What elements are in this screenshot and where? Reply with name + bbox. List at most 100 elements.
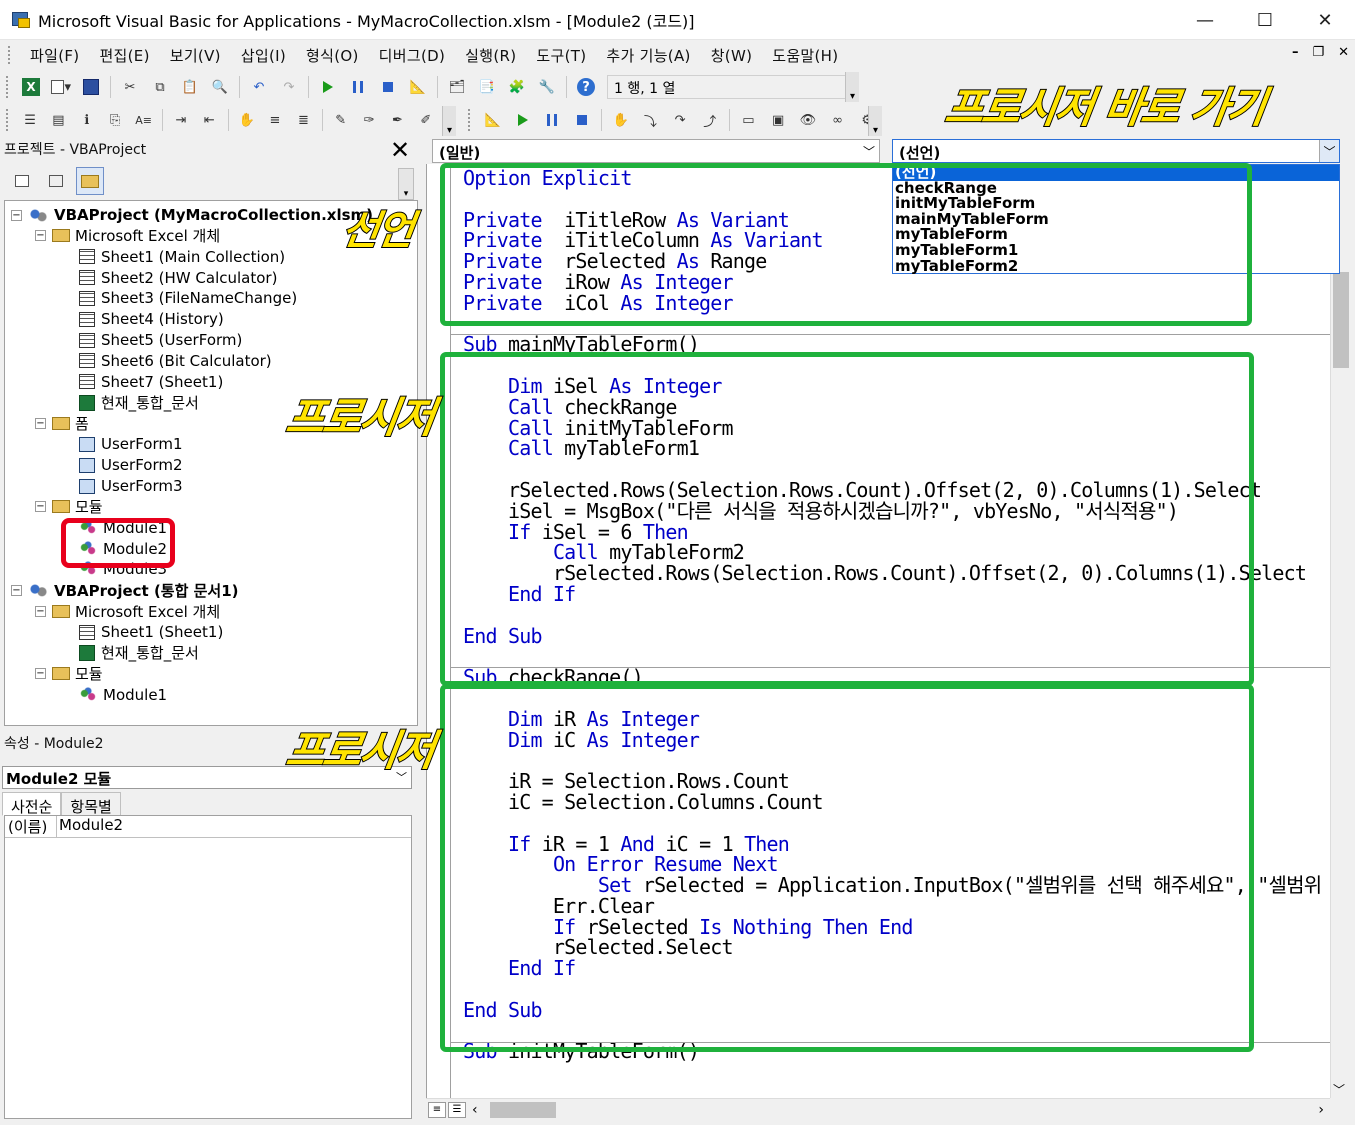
break-icon[interactable]: [348, 77, 368, 97]
tree-item-folder[interactable]: − Microsoft Excel 개체: [35, 226, 220, 246]
procedure-view-button[interactable]: ≡: [428, 1101, 446, 1118]
debug-design-mode-icon[interactable]: 📐: [483, 110, 503, 130]
tree-item-project[interactable]: − VBAProject (MyMacroCollection.xlsm): [11, 205, 373, 225]
collapse-toggle-icon[interactable]: −: [35, 418, 46, 429]
edit-toolbar-grip[interactable]: [6, 109, 10, 131]
minimize-button[interactable]: —: [1175, 0, 1235, 40]
insert-userform-icon[interactable]: ▾: [51, 77, 71, 97]
procedure-combo[interactable]: (선언) ﹀: [892, 139, 1340, 163]
toggle-bookmark-icon[interactable]: ✎: [332, 110, 350, 130]
menu-insert[interactable]: 삽입(I): [231, 45, 296, 66]
tree-item-folder[interactable]: − 폼: [35, 414, 89, 434]
menu-view[interactable]: 보기(V): [160, 45, 231, 66]
tree-item-sheet[interactable]: Sheet7 (Sheet1): [79, 372, 223, 392]
close-button[interactable]: ✕: [1295, 0, 1355, 40]
collapse-toggle-icon[interactable]: −: [35, 668, 46, 680]
watch-window-icon[interactable]: 👁: [798, 110, 818, 130]
toolbar-grip[interactable]: [6, 76, 10, 98]
tree-item-sheet[interactable]: Sheet1 (Main Collection): [79, 247, 285, 267]
menu-edit[interactable]: 편집(E): [89, 45, 159, 66]
undo-icon[interactable]: ↶: [249, 77, 269, 97]
clear-bookmarks-icon[interactable]: ✐: [417, 110, 435, 130]
collapse-toggle-icon[interactable]: −: [35, 501, 46, 513]
toggle-folders-button[interactable]: [76, 167, 104, 195]
cut-icon[interactable]: ✂: [120, 77, 140, 97]
project-explorer-close-button[interactable]: ✕: [386, 136, 414, 164]
properties-window-icon[interactable]: 📑: [477, 77, 497, 97]
object-browser-icon[interactable]: 🧩: [507, 77, 527, 97]
list-properties-icon[interactable]: ☰: [21, 110, 39, 130]
toolbox-icon[interactable]: 🔧: [537, 77, 557, 97]
debug-break-icon[interactable]: [542, 110, 562, 130]
debug-toolbar-grip[interactable]: [468, 109, 472, 131]
list-constants-icon[interactable]: ▤: [49, 110, 67, 130]
debug-run-icon[interactable]: [513, 110, 533, 130]
excel-view-icon[interactable]: X: [21, 77, 41, 97]
property-row-name[interactable]: (이름) Module2: [5, 816, 411, 838]
find-icon[interactable]: 🔍: [210, 77, 230, 97]
edit-toolbar-chevron[interactable]: ▾: [442, 106, 456, 136]
tree-item-sheet[interactable]: Sheet4 (History): [79, 309, 224, 329]
parameter-info-icon[interactable]: ⎘: [106, 110, 124, 130]
menu-debug[interactable]: 디버그(D): [369, 45, 455, 66]
indent-icon[interactable]: ⇥: [172, 110, 190, 130]
debug-breakpoint-icon[interactable]: ✋: [611, 110, 631, 130]
maximize-button[interactable]: ☐: [1235, 0, 1295, 40]
chevron-right-icon[interactable]: ›: [1318, 1102, 1324, 1118]
code-vertical-scrollbar[interactable]: ﹀: [1330, 164, 1350, 1098]
debug-toolbar-chevron[interactable]: ▾: [868, 106, 882, 136]
immediate-window-icon[interactable]: ▣: [768, 110, 788, 130]
next-bookmark-icon[interactable]: ✑: [360, 110, 378, 130]
comment-block-icon[interactable]: ≡: [266, 110, 284, 130]
prev-bookmark-icon[interactable]: ✒: [388, 110, 406, 130]
tree-item-form[interactable]: UserForm2: [79, 455, 183, 475]
pane-splitter[interactable]: [418, 134, 424, 1125]
debug-reset-icon[interactable]: [572, 110, 592, 130]
run-icon[interactable]: [318, 77, 338, 97]
step-over-icon[interactable]: ↷: [670, 110, 690, 130]
tree-item-project[interactable]: − VBAProject (통합 문서1): [11, 580, 239, 600]
vba-app-icon[interactable]: [10, 9, 32, 31]
object-combo[interactable]: (일반) ﹀: [432, 139, 880, 163]
locals-window-icon[interactable]: ▭: [739, 110, 759, 130]
tree-item-sheet[interactable]: Sheet5 (UserForm): [79, 330, 242, 350]
view-code-button[interactable]: [8, 167, 36, 195]
tree-item-workbook[interactable]: 현재_통합_문서: [79, 393, 199, 413]
collapse-toggle-icon[interactable]: −: [11, 209, 22, 221]
tree-item-folder[interactable]: − Microsoft Excel 개체: [35, 601, 220, 621]
code-vscroll-thumb[interactable]: [1333, 272, 1349, 368]
menu-format[interactable]: 형식(O): [296, 45, 369, 66]
menu-grip[interactable]: [8, 46, 12, 64]
quick-info-icon[interactable]: ℹ: [78, 110, 96, 130]
tree-item-folder[interactable]: − 모듈: [35, 664, 103, 684]
reset-icon[interactable]: [378, 77, 398, 97]
tab-alphabetic[interactable]: 사전순: [2, 792, 62, 816]
collapse-toggle-icon[interactable]: −: [35, 230, 46, 242]
menu-tools[interactable]: 도구(T): [526, 45, 596, 66]
tree-item-module[interactable]: Module1: [79, 685, 167, 705]
step-into-icon[interactable]: ⤵: [640, 110, 660, 130]
project-explorer-scroll-thumb[interactable]: ▾: [398, 168, 414, 200]
toggle-breakpoint-icon[interactable]: ✋: [237, 110, 255, 130]
menu-addins[interactable]: 추가 기능(A): [596, 45, 700, 66]
collapse-toggle-icon[interactable]: −: [11, 584, 22, 596]
copy-icon[interactable]: ⧉: [150, 77, 170, 97]
property-value[interactable]: Module2: [57, 816, 123, 837]
design-mode-icon[interactable]: 📐: [408, 77, 428, 97]
tree-item-form[interactable]: UserForm3: [79, 476, 183, 496]
code-hscroll-thumb[interactable]: [489, 1101, 556, 1118]
tree-item-sheet[interactable]: Sheet2 (HW Calculator): [79, 268, 277, 288]
mdi-minimize-button[interactable]: –: [1292, 45, 1299, 60]
collapse-toggle-icon[interactable]: −: [35, 605, 46, 617]
mdi-close-button[interactable]: ✕: [1338, 45, 1349, 60]
quick-watch-icon[interactable]: ∞: [828, 110, 848, 130]
code-horizontal-scrollbar[interactable]: ≡ ☰ ‹ ›: [426, 1098, 1330, 1120]
mdi-restore-button[interactable]: ❐: [1312, 45, 1324, 60]
chevron-left-icon[interactable]: ‹: [472, 1102, 478, 1118]
tab-categorized[interactable]: 항목별: [61, 792, 121, 816]
save-icon[interactable]: [81, 77, 101, 97]
toolbar-options-chevron[interactable]: ▾: [845, 72, 859, 102]
outdent-icon[interactable]: ⇤: [200, 110, 218, 130]
menu-run[interactable]: 실행(R): [455, 45, 526, 66]
full-module-view-button[interactable]: ☰: [448, 1101, 466, 1118]
